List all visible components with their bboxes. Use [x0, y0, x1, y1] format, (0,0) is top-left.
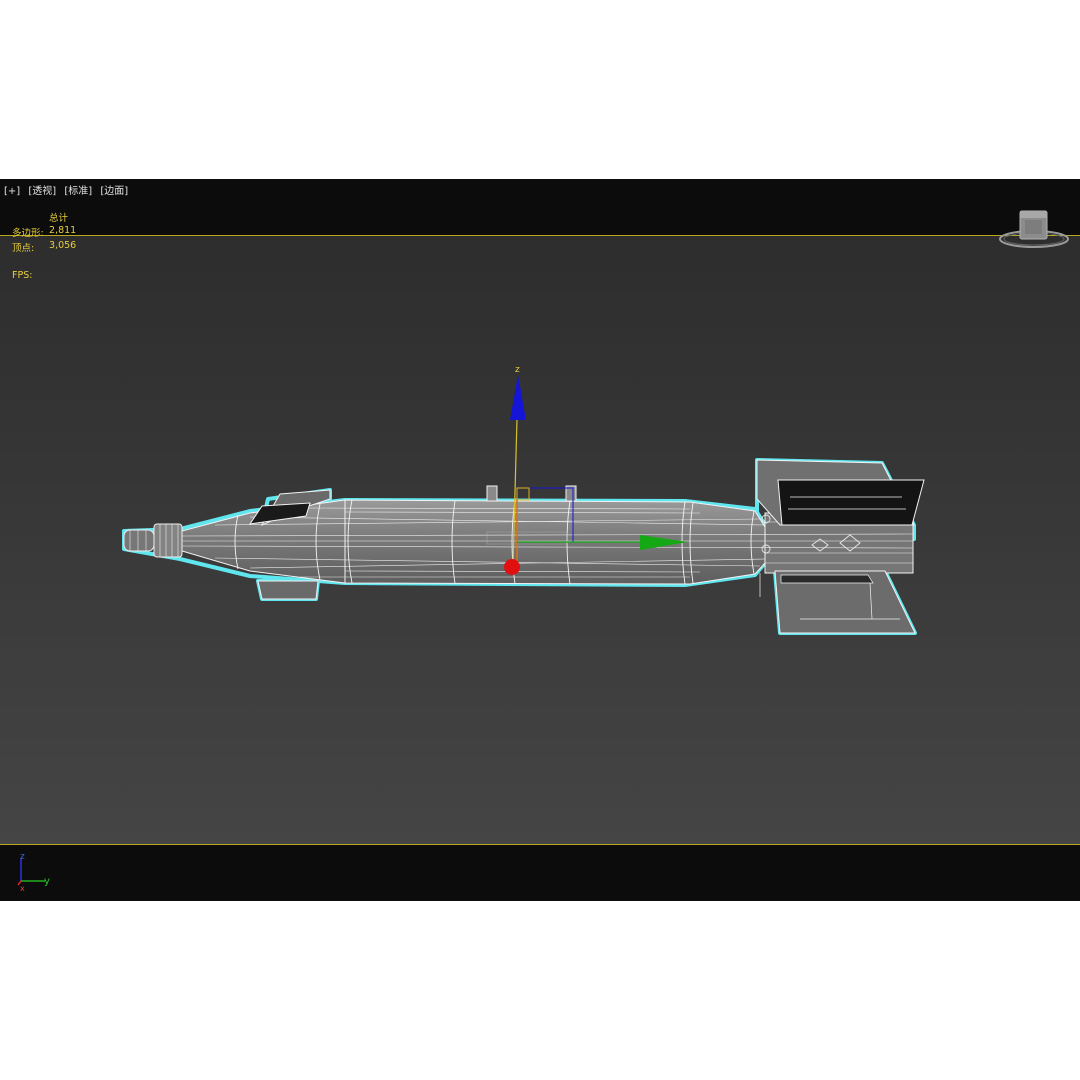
gizmo-z-label: z	[515, 365, 520, 375]
missile-model[interactable]	[122, 458, 925, 635]
gizmo-x-handle[interactable]	[504, 559, 520, 575]
perspective-viewport[interactable]: [+] [透视] [标准] [边面] 总计 多边形: 2,811 顶点: 3,0…	[0, 179, 1080, 901]
front-canard-bottom	[257, 580, 319, 600]
scene-canvas[interactable]: z	[0, 179, 1080, 901]
axis-x-label: x	[20, 884, 25, 893]
nose-probe	[123, 529, 155, 552]
gizmo-z-arrow[interactable]	[510, 375, 526, 420]
suspension-lug-front	[486, 485, 498, 502]
axis-tripod-icon: z y x	[17, 852, 50, 893]
axis-z-label: z	[20, 852, 25, 862]
axis-y-label: y	[44, 876, 50, 887]
